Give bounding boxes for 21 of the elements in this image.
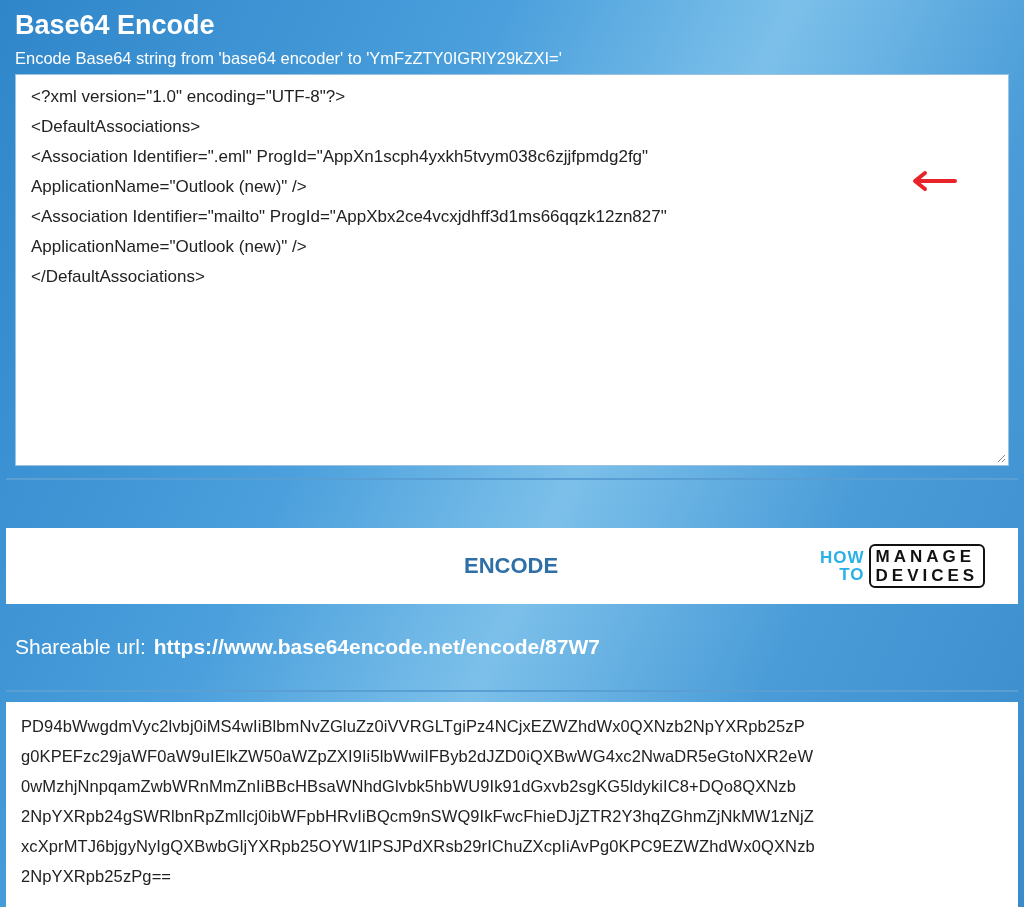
output-text-line: 2NpYXRpb24gSWRlbnRpZmllcj0ibWFpbHRvIiBQcm9nSWQ9IkFwcFhieDJjZTR2Y3hqZGhmZjNkMW1zNjZ (21, 806, 815, 827)
subtitle: Encode Base64 string from 'base64 encoder' to 'YmFzZTY0IGRlY29kZXI=' (15, 49, 562, 68)
input-text-line: ApplicationName="Outlook (new)" /> (31, 237, 307, 257)
resize-grip-icon[interactable] (996, 453, 1006, 463)
logo: HOW TO MANAGE DEVICES (820, 544, 986, 588)
output-text-line: g0KPEFzc29jaWF0aW9uIElkZW50aWZpZXI9Ii5lbWwiIFByb2dJZD0iQXBwWG4xc2NwaDR5eGtoNXR2eW (21, 746, 814, 767)
input-field[interactable] (15, 74, 1009, 466)
output-text-line: 0wMzhjNnpqamZwbWRnMmZnIiBBcHBsaWNhdGlvbk5hbWU9Ik91dGxvb2sgKG5ldykiIC8+DQo8QXNzb (21, 776, 796, 797)
input-text-line: </DefaultAssociations> (31, 267, 205, 287)
input-text-line: <Association Identifier=".eml" ProgId="AppXn1scph4yxkh5tvym038c6zjjfpmdg2fg" (31, 147, 649, 167)
output-text-line: xcXprMTJ6bjgyNyIgQXBwbGljYXRpb25OYW1lPSJPdXRsb29rIChuZXcpIiAvPg0KPC9EZWZhdWx0QXNzb (21, 836, 815, 857)
input-text-line: ApplicationName="Outlook (new)" /> (31, 177, 307, 197)
input-text-line: <Association Identifier="mailto" ProgId="AppXbx2ce4vcxjdhff3d1ms66qqzk12zn827" (31, 207, 667, 227)
input-text-line: <?xml version="1.0" encoding="UTF-8"?> (31, 87, 346, 107)
output-text-line: 2NpYXRpb25zPg== (21, 866, 172, 887)
input-text-line: <DefaultAssociations> (31, 117, 201, 137)
encode-button[interactable]: ENCODE (462, 549, 561, 583)
output-field[interactable] (6, 702, 1018, 907)
output-text-line: PD94bWwgdmVyc2lvbj0iMS4wIiBlbmNvZGluZz0iVVRGLTgiPz4NCjxEZWZhdWx0QXNzb2NpYXRpb25zP (21, 716, 805, 737)
shareable-url-label: Shareable url: (15, 635, 146, 659)
page-title: Base64 Encode (15, 10, 215, 41)
